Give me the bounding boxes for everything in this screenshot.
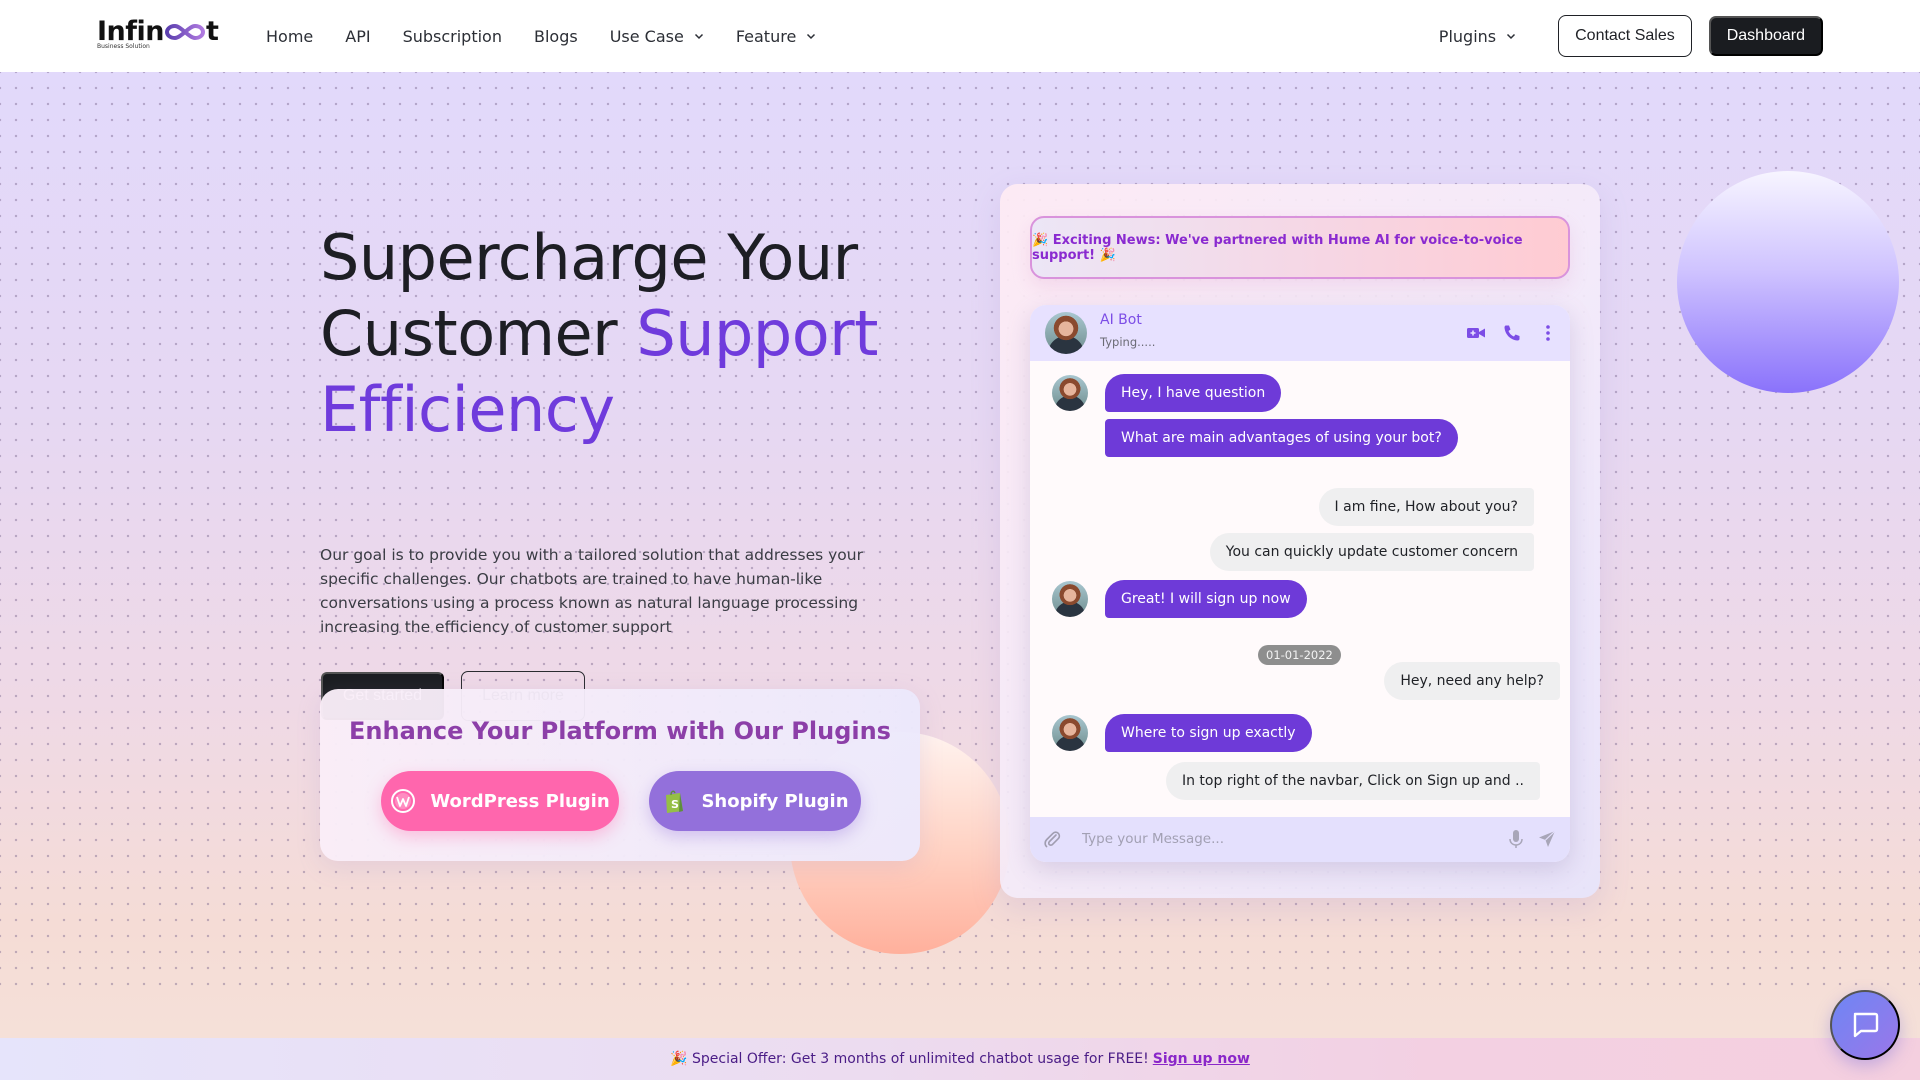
nav-api[interactable]: API xyxy=(345,27,370,46)
hero-title: Supercharge Your Customer Support Effici… xyxy=(320,220,940,448)
nav-home[interactable]: Home xyxy=(266,27,313,46)
logo-text-prefix: Infin xyxy=(97,16,165,47)
chat-window: AI Bot Typing..... Hey, I have question … xyxy=(1030,305,1570,862)
plugins-card-title: Enhance Your Platform with Our Plugins xyxy=(349,717,891,745)
hero-title-line2: Customer xyxy=(320,297,618,370)
hero-title-line1: Supercharge Your xyxy=(320,221,858,294)
news-banner: 🎉 Exciting News: We've partnered with Hu… xyxy=(1030,216,1570,279)
contact-sales-button[interactable]: Contact Sales xyxy=(1558,15,1692,57)
nav-feature-label: Feature xyxy=(735,26,797,46)
chat-input-bar xyxy=(1030,817,1570,862)
dashboard-button[interactable]: Dashboard xyxy=(1708,16,1823,56)
bot-typing-status: Typing..... xyxy=(1100,335,1156,349)
date-separator: 01-01-2022 xyxy=(1258,645,1341,665)
phone-icon[interactable] xyxy=(1502,323,1522,343)
plugins-card: Enhance Your Platform with Our Plugins W… xyxy=(320,689,920,861)
hero-title-accent-efficiency: Efficiency xyxy=(320,373,615,446)
chat-message-right: Hey, need any help? xyxy=(1384,662,1560,700)
chat-message-left: Where to sign up exactly xyxy=(1105,714,1312,752)
open-chat-button[interactable] xyxy=(1830,990,1900,1060)
send-icon[interactable] xyxy=(1537,829,1557,849)
logo-wordmark: Infin t xyxy=(97,18,227,45)
bot-name: AI Bot xyxy=(1100,312,1142,328)
nav-use-case-label: Use Case xyxy=(609,26,684,46)
decorative-purple-circle xyxy=(1677,171,1899,393)
nav-plugins-dropdown[interactable]: Plugins xyxy=(1439,27,1516,46)
chat-bubble-icon xyxy=(1853,1012,1879,1038)
chevron-down-icon xyxy=(1507,33,1516,40)
microphone-icon[interactable] xyxy=(1505,828,1527,850)
logo[interactable]: Infin t Business Solution xyxy=(97,18,227,52)
chat-message-left: Hey, I have question xyxy=(1105,374,1282,412)
nav-use-case-dropdown[interactable]: Use Case xyxy=(610,27,704,46)
promo-sign-up-link[interactable]: Sign up now xyxy=(1153,1051,1250,1067)
chat-message-left: Great! I will sign up now xyxy=(1105,580,1307,618)
hero-description: Our goal is to provide you with a tailor… xyxy=(320,546,863,636)
hero-title-accent-support: Support xyxy=(636,297,878,370)
more-options-icon[interactable] xyxy=(1538,323,1558,343)
chat-preview-card: 🎉 Exciting News: We've partnered with Hu… xyxy=(1000,184,1600,898)
chat-message-input[interactable] xyxy=(1082,825,1482,853)
main-nav: Home API Subscription Blogs Use Case Fea… xyxy=(266,0,848,72)
chat-message-right: I am fine, How about you? xyxy=(1318,488,1534,526)
nav-subscription[interactable]: Subscription xyxy=(403,27,502,46)
chevron-down-icon xyxy=(694,33,703,40)
wordpress-plugin-button[interactable]: WordPress Plugin xyxy=(381,771,619,831)
hero-section: Supercharge Your Customer Support Effici… xyxy=(0,72,1920,1038)
message-avatar xyxy=(1052,715,1088,751)
promo-text: 🎉 Special Offer: Get 3 months of unlimit… xyxy=(670,1051,1149,1067)
promo-bar: 🎉 Special Offer: Get 3 months of unlimit… xyxy=(0,1038,1920,1080)
chat-message-right: You can quickly update customer concern xyxy=(1209,533,1534,571)
infinity-logo-icon xyxy=(165,23,205,40)
navbar: Infin t Business Solution Home API Subsc… xyxy=(0,0,1920,72)
wordpress-icon xyxy=(391,789,416,813)
svg-text:S: S xyxy=(671,798,679,811)
message-avatar xyxy=(1052,375,1088,411)
chevron-down-icon xyxy=(807,33,816,40)
shopify-plugin-button[interactable]: S Shopify Plugin xyxy=(649,771,861,831)
bot-avatar xyxy=(1045,312,1087,354)
nav-api-label: API xyxy=(345,26,371,46)
nav-home-label: Home xyxy=(266,26,314,46)
shopify-plugin-label: Shopify Plugin xyxy=(701,790,849,812)
nav-feature-dropdown[interactable]: Feature xyxy=(736,27,816,46)
nav-blogs-label: Blogs xyxy=(533,26,578,46)
video-call-icon[interactable] xyxy=(1466,323,1486,343)
shopify-bag-icon: S xyxy=(666,790,684,813)
nav-actions: Plugins Contact Sales Dashboard xyxy=(1439,0,1823,72)
paperclip-icon[interactable] xyxy=(1042,829,1062,849)
chat-message-left: What are main advantages of using your b… xyxy=(1105,419,1458,457)
logo-text-suffix: t xyxy=(206,16,219,47)
nav-subscription-label: Subscription xyxy=(402,26,502,46)
message-avatar xyxy=(1052,581,1088,617)
chat-header: AI Bot Typing..... xyxy=(1030,305,1570,361)
nav-plugins-label: Plugins xyxy=(1438,26,1497,46)
chat-message-right: In top right of the navbar, Click on Sig… xyxy=(1165,762,1540,800)
wordpress-plugin-label: WordPress Plugin xyxy=(430,790,610,812)
nav-blogs[interactable]: Blogs xyxy=(534,27,578,46)
